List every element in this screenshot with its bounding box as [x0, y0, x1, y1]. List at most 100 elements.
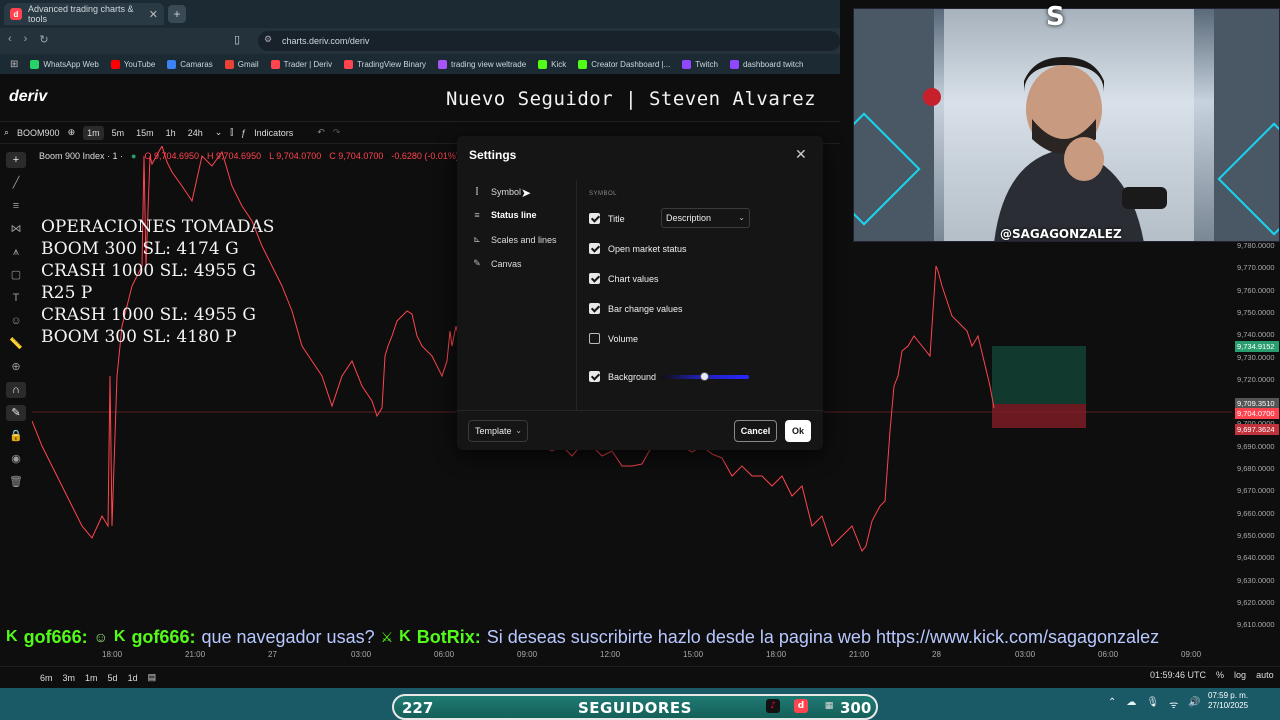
checkbox[interactable]	[589, 273, 600, 284]
settings-nav-item[interactable]: ✎ Canvas	[471, 258, 521, 269]
forward-icon[interactable]: ›	[24, 33, 28, 46]
checkbox[interactable]	[589, 243, 600, 254]
template-button[interactable]: Template ⌄	[468, 420, 528, 442]
period-3m[interactable]: 3m	[63, 673, 76, 683]
timeframe-24h[interactable]: 24h	[184, 126, 207, 140]
y-tick-label: 9,630.0000	[1237, 575, 1275, 585]
bookmark-item[interactable]: Camaras	[167, 59, 213, 69]
price-axis[interactable]: 9,780.0000 9,770.0000 9,760.0000 9,750.0000…	[1234, 236, 1280, 636]
utc-time[interactable]: 01:59:46 UTC	[1150, 670, 1206, 680]
taskbar-clock[interactable]: 07:59 p. m. 27/10/2025	[1208, 691, 1248, 711]
period-1m[interactable]: 1m	[85, 673, 98, 683]
shapes-icon[interactable]: ▢	[6, 267, 26, 283]
timeframe-1h[interactable]: 1h	[162, 126, 180, 140]
deriv-logo[interactable]: deriv	[9, 88, 47, 106]
checkbox[interactable]	[589, 371, 600, 382]
bookmark-icon[interactable]: ▯	[234, 33, 240, 46]
search-icon[interactable]: ⌕	[4, 127, 9, 138]
settings-nav-item[interactable]: ⊾ Scales and lines	[471, 234, 556, 245]
period-5d[interactable]: 5d	[108, 673, 118, 683]
checkbox[interactable]	[589, 333, 600, 344]
tray-expand-icon[interactable]: ⌃	[1108, 697, 1116, 711]
bookmark-item[interactable]: YouTube	[110, 59, 155, 69]
timeframe-5m[interactable]: 5m	[108, 126, 129, 140]
bookmark-item[interactable]: Trader | Deriv	[270, 59, 332, 69]
text-icon[interactable]: T	[6, 290, 26, 306]
option-row[interactable]: Chart values	[589, 273, 659, 284]
x-tick-label: 21:00	[849, 650, 870, 659]
period-6m[interactable]: 6m	[40, 673, 53, 683]
scale-log[interactable]: log	[1234, 670, 1246, 680]
bookmark-favicon-icon	[344, 59, 354, 69]
ruler-icon[interactable]: 📏	[6, 336, 26, 352]
option-row[interactable]: Title	[589, 213, 625, 224]
new-tab-button[interactable]: +	[168, 5, 186, 23]
x-tick-label: 03:00	[351, 650, 372, 659]
timeframe-dropdown-icon[interactable]: ⌄	[215, 127, 223, 138]
cloud-icon[interactable]: ☁	[1126, 697, 1136, 711]
pattern-icon[interactable]: ⋈	[6, 221, 26, 237]
trendline-icon[interactable]: ╱	[6, 175, 26, 191]
bookmark-item[interactable]: Gmail	[224, 59, 259, 69]
date-range-icon[interactable]: ▤	[148, 672, 157, 683]
chart-type-icon[interactable]: ⫿	[230, 127, 233, 138]
option-row[interactable]: Bar change values	[589, 303, 683, 314]
draw-mode-icon[interactable]: ✎	[6, 405, 26, 421]
lock-icon[interactable]: 🔒	[6, 428, 26, 444]
bookmark-item[interactable]: Twitch	[682, 59, 718, 69]
emoji-icon[interactable]: ☺	[6, 313, 26, 329]
fib-icon[interactable]: ≡	[6, 198, 26, 214]
redo-icon[interactable]: ↷	[333, 127, 341, 138]
magnet-icon[interactable]: ∩	[6, 382, 26, 398]
mic-icon[interactable]: 🎙	[1146, 697, 1159, 711]
reload-icon[interactable]: ↻	[39, 33, 48, 46]
follower-count: 227	[402, 699, 434, 717]
volume-icon[interactable]: 🔊	[1188, 697, 1200, 711]
bookmarks-bar: ⊞ WhatsApp Web YouTube Camaras Gmail Trader …	[0, 54, 840, 74]
title-format-select[interactable]: Description ⌄	[661, 208, 750, 228]
time-axis[interactable]: 18:00 21:00 27 03:00 06:00 09:00 12:00 15:00 18:…	[32, 650, 1232, 662]
period-1d[interactable]: 1d	[128, 673, 138, 683]
bookmark-item[interactable]: trading view weltrade	[438, 59, 526, 69]
ok-button[interactable]: Ok	[785, 420, 811, 442]
add-symbol-icon[interactable]: ⊕	[68, 127, 76, 138]
site-info-icon[interactable]: ⚙	[264, 34, 272, 45]
back-icon[interactable]: ‹	[8, 33, 12, 46]
bookmark-item[interactable]: TradingView Binary	[344, 59, 426, 69]
indicators-button[interactable]: Indicators	[254, 128, 293, 138]
projection-icon[interactable]: ⩚	[6, 244, 26, 260]
symbol-search[interactable]: BOOM900	[17, 128, 60, 138]
x-tick-label: 06:00	[434, 650, 455, 659]
undo-icon[interactable]: ↶	[317, 127, 325, 138]
url-field[interactable]: charts.deriv.com/deriv	[258, 31, 840, 51]
slider-handle[interactable]	[700, 372, 709, 381]
settings-nav-item[interactable]: ≡ Status line	[471, 210, 536, 220]
checkbox[interactable]	[589, 303, 600, 314]
scale-%[interactable]: %	[1216, 670, 1224, 680]
option-row[interactable]: Volume	[589, 333, 638, 344]
checkbox[interactable]	[589, 213, 600, 224]
operation-line: CRASH 1000 SL: 4955 G	[41, 305, 256, 325]
apps-icon[interactable]: ⊞	[10, 59, 18, 70]
zoom-icon[interactable]: ⊕	[6, 359, 26, 375]
option-row[interactable]: Open market status	[589, 243, 687, 254]
timeframe-1m[interactable]: 1m	[83, 125, 104, 140]
bookmark-item[interactable]: Kick	[538, 59, 566, 69]
wifi-icon[interactable]: ᯤ	[1169, 697, 1178, 711]
bookmark-item[interactable]: Creator Dashboard |...	[578, 59, 670, 69]
cancel-button[interactable]: Cancel	[734, 420, 777, 442]
indicators-icon[interactable]: ƒ	[241, 128, 246, 138]
scale-auto[interactable]: auto	[1256, 670, 1274, 680]
crosshair-icon[interactable]: +	[6, 152, 26, 168]
timeframe-15m[interactable]: 15m	[132, 126, 158, 140]
browser-tab[interactable]: d Advanced trading charts & tools ✕	[4, 3, 164, 25]
close-dialog-icon[interactable]: ✕	[795, 146, 807, 163]
bookmark-item[interactable]: WhatsApp Web	[30, 59, 99, 69]
option-row[interactable]: Background	[589, 371, 656, 382]
close-tab-icon[interactable]: ✕	[149, 8, 158, 21]
visibility-icon[interactable]: ◉	[6, 451, 26, 467]
bookmark-item[interactable]: dashboard twitch	[729, 59, 803, 69]
ohlc-change: -0.6280 (-0.01%)	[391, 151, 459, 161]
settings-nav-item[interactable]: ⫿ Symbol	[471, 186, 521, 197]
trash-icon[interactable]: 🗑	[6, 474, 26, 490]
